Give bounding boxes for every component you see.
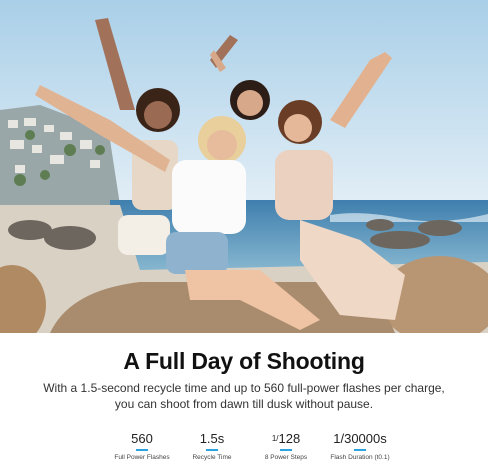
spec-value: 1.5s [199, 431, 225, 446]
spec-value: 1/30000s [333, 431, 387, 446]
spec-label: 8 Power Steps [264, 454, 308, 461]
accent-underline [280, 449, 292, 451]
hero-photo [0, 0, 488, 333]
spec-list: 560 Full Power Flashes 1.5s Recycle Time… [96, 432, 396, 468]
spec-label: Flash Duration (t0.1) [330, 454, 390, 461]
spec-value: 560 [131, 431, 153, 446]
spec-value: 1/128 [250, 432, 322, 446]
spec-label: Full Power Flashes [114, 454, 170, 461]
spec-label: Recycle Time [192, 454, 232, 461]
spec-full-power-flashes: 560 Full Power Flashes [110, 432, 174, 468]
section-headline: A Full Day of Shooting [123, 348, 365, 374]
beach-scene-illustration [0, 0, 488, 333]
spec-recycle-time: 1.5s Recycle Time [176, 432, 248, 468]
spec-value-number: 128 [278, 431, 301, 446]
section-description: With a 1.5-second recycle time and up to… [43, 381, 445, 411]
spec-power-steps: 1/128 8 Power Steps [250, 432, 322, 468]
accent-underline [136, 449, 148, 451]
accent-underline [206, 449, 218, 451]
accent-underline [354, 449, 366, 451]
spec-flash-duration: 1/30000s Flash Duration (t0.1) [324, 432, 396, 468]
